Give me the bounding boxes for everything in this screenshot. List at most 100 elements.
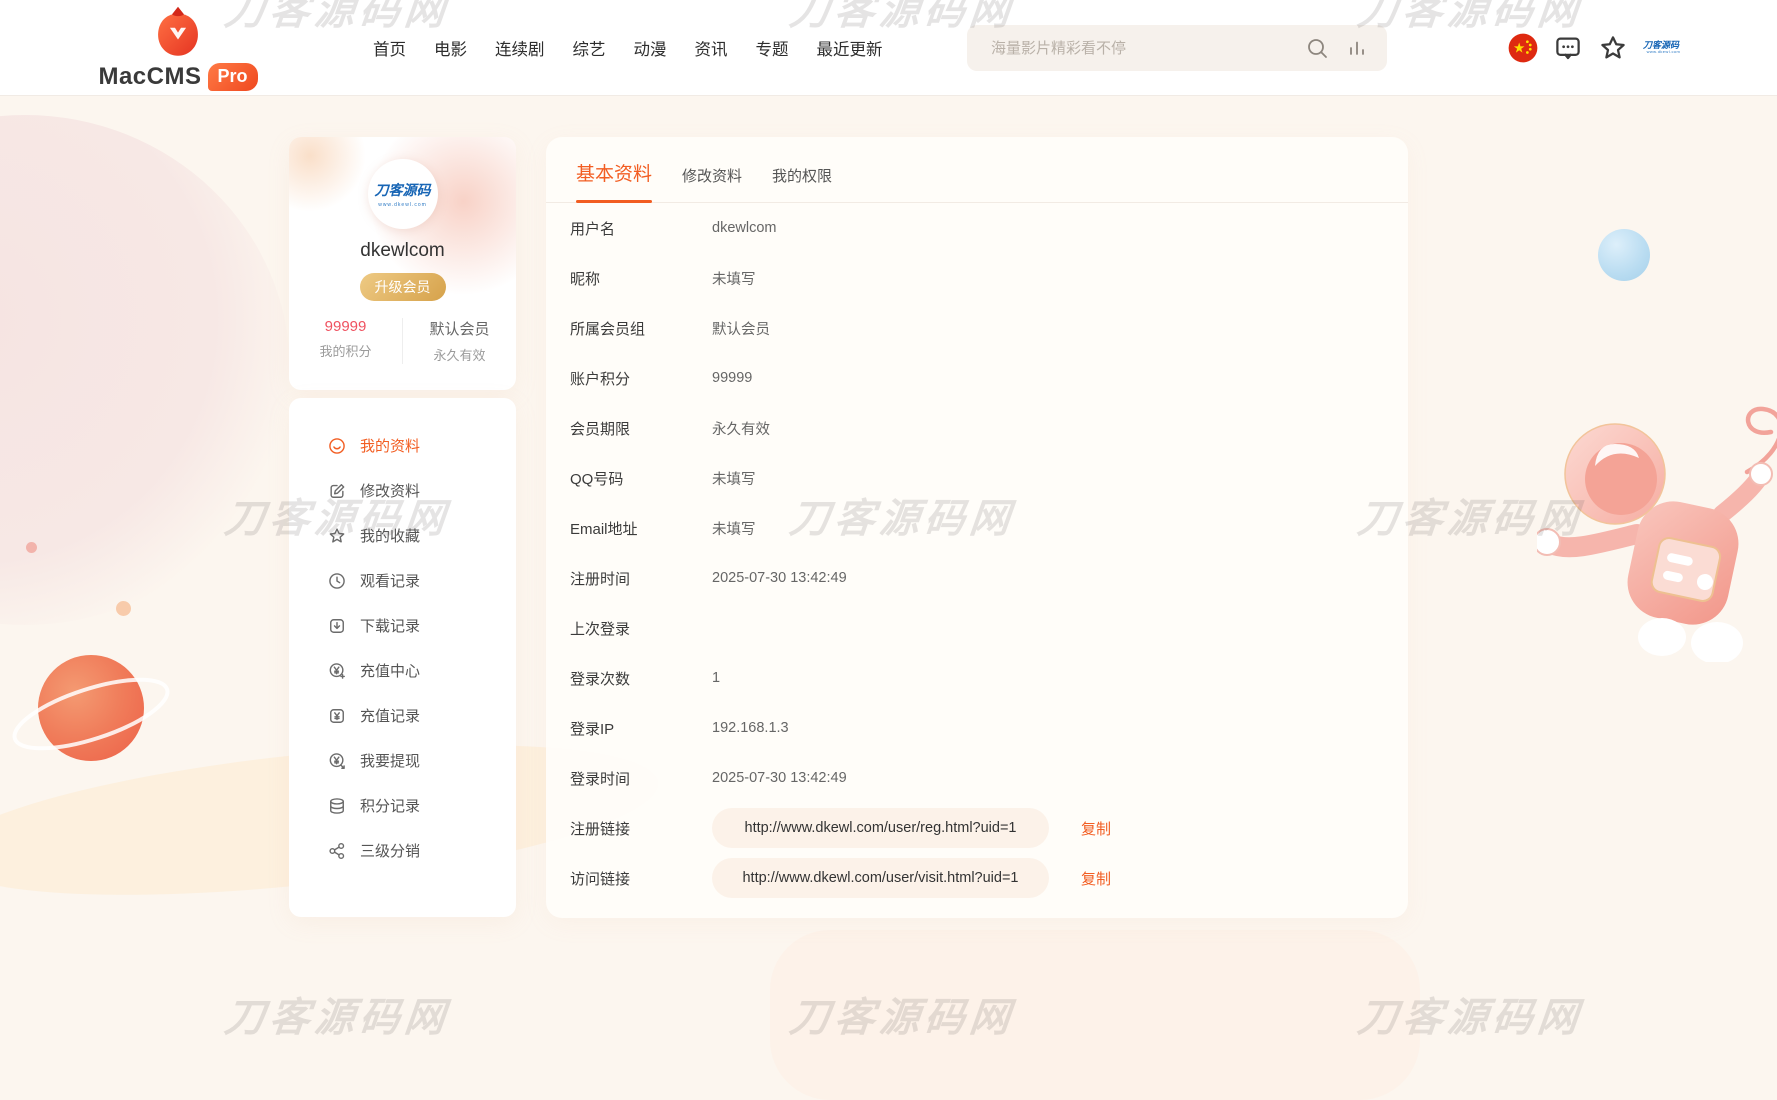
logo-pro-badge: Pro: [208, 63, 258, 91]
withdraw-icon: [327, 751, 347, 771]
sidebar-menu-item[interactable]: 下载记录: [289, 603, 516, 648]
profile-tabs: 基本资料 修改资料 我的权限: [546, 137, 1408, 203]
field-value: 99999: [712, 370, 752, 386]
sidebar-menu-item[interactable]: 我要提现: [289, 738, 516, 783]
menu-item-label: 我的资料: [360, 435, 420, 456]
profile-field-row: 注册时间 2025-07-30 13:42:49: [570, 553, 1384, 603]
logo-name: MacCMS: [98, 63, 201, 91]
points-value: 99999: [289, 318, 402, 335]
menu-item-label: 修改资料: [360, 480, 420, 501]
profile-fields: 用户名 dkewlcom 昵称 未填写 所属会员组 默认会员 账户积分 9999…: [546, 203, 1408, 903]
menu-item-label: 观看记录: [360, 570, 420, 591]
field-value: 2025-07-30 13:42:49: [712, 770, 847, 786]
edit-icon: [327, 481, 347, 501]
profile-field-row: 会员期限 永久有效: [570, 403, 1384, 453]
field-value: 192.168.1.3: [712, 720, 789, 736]
sidebar-menu-item[interactable]: 修改资料: [289, 468, 516, 513]
nav-item-7[interactable]: 最近更新: [817, 36, 883, 60]
field-value: 未填写: [712, 518, 756, 539]
profile-field-row: 所属会员组 默认会员: [570, 303, 1384, 353]
points-icon: [327, 796, 347, 816]
ranking-bars-icon[interactable]: [1345, 36, 1369, 60]
profile-field-row: QQ号码 未填写: [570, 453, 1384, 503]
sidebar-menu-item[interactable]: 充值中心: [289, 648, 516, 693]
sidebar-menu-item[interactable]: 观看记录: [289, 558, 516, 603]
profile-link-row: 注册链接 复制: [570, 803, 1384, 853]
svg-text:★: ★: [1513, 40, 1525, 55]
main-nav: 首页 电影 连续剧 综艺 动漫 资讯 专题 最近更新: [373, 0, 883, 96]
avatar-logo-subtitle: www.dkewl.com: [378, 202, 427, 208]
sidebar-menu: 我的资料 修改资料 我的收藏 观看记录 下载记录 充值中心 充值记录 我要提现 …: [289, 398, 516, 917]
download-icon: [327, 616, 347, 636]
profile-field-row: Email地址 未填写: [570, 503, 1384, 553]
mini-logo-title: 刀客源码: [1643, 41, 1679, 50]
field-label: 注册时间: [570, 568, 712, 589]
profile-field-row: 登录IP 192.168.1.3: [570, 703, 1384, 753]
sidebar-menu-item[interactable]: 我的资料: [289, 423, 516, 468]
field-value: 永久有效: [712, 418, 770, 439]
profile-field-row: 昵称 未填写: [570, 253, 1384, 303]
sidebar-menu-item[interactable]: 我的收藏: [289, 513, 516, 558]
menu-item-label: 充值中心: [360, 660, 420, 681]
tab-edit-info[interactable]: 修改资料: [682, 165, 742, 188]
points-label: 我的积分: [289, 341, 402, 360]
sidebar-menu-item[interactable]: 三级分销: [289, 828, 516, 873]
field-value: 未填写: [712, 468, 756, 489]
nav-item-6[interactable]: 专题: [756, 36, 789, 60]
member-group-stat: 默认会员 永久有效: [403, 318, 516, 364]
favorite-star-icon[interactable]: [1598, 33, 1628, 63]
profile-stats: 99999 我的积分 默认会员 永久有效: [289, 318, 516, 364]
link-input[interactable]: [712, 808, 1049, 848]
field-label: 昵称: [570, 268, 712, 289]
field-value: dkewlcom: [712, 220, 776, 236]
clock-icon: [327, 571, 347, 591]
profile-field-row: 登录时间 2025-07-30 13:42:49: [570, 753, 1384, 803]
field-value: 默认会员: [712, 318, 770, 339]
upgrade-member-button[interactable]: 升级会员: [360, 273, 446, 301]
profile-field-row: 登录次数 1: [570, 653, 1384, 703]
link-input[interactable]: [712, 858, 1049, 898]
sidebar-menu-item[interactable]: 充值记录: [289, 693, 516, 738]
avatar[interactable]: 刀客源码 www.dkewl.com: [368, 159, 438, 229]
profile-link-row: 访问链接 复制: [570, 853, 1384, 903]
menu-item-label: 我的收藏: [360, 525, 420, 546]
sidebar-menu-item[interactable]: 积分记录: [289, 783, 516, 828]
recharge-icon: [327, 661, 347, 681]
menu-item-label: 我要提现: [360, 750, 420, 771]
avatar-logo-title: 刀客源码: [375, 180, 431, 200]
copy-button[interactable]: 复制: [1081, 818, 1111, 839]
smile-icon: [327, 436, 347, 456]
menu-item-label: 下载记录: [360, 615, 420, 636]
recharge-record-icon: [327, 706, 347, 726]
search-input[interactable]: [991, 40, 1305, 57]
star-icon: [327, 526, 347, 546]
mini-logo-subtitle: www.dkewl.com: [1647, 51, 1676, 55]
nav-item-1[interactable]: 电影: [434, 36, 467, 60]
nav-item-4[interactable]: 动漫: [634, 36, 667, 60]
points-stat: 99999 我的积分: [289, 318, 403, 364]
nav-item-2[interactable]: 连续剧: [495, 36, 545, 60]
search-icon[interactable]: [1305, 36, 1329, 60]
profile-field-row: 账户积分 99999: [570, 353, 1384, 403]
copy-button[interactable]: 复制: [1081, 868, 1111, 889]
tab-basic-info[interactable]: 基本资料: [576, 159, 652, 188]
dkewl-mini-logo[interactable]: 刀客源码 www.dkewl.com: [1643, 41, 1679, 55]
profile-card: 刀客源码 www.dkewl.com dkewlcom 升级会员 99999 我…: [289, 137, 516, 390]
tab-permissions[interactable]: 我的权限: [772, 165, 832, 188]
field-label: 登录时间: [570, 768, 712, 789]
member-group-value: 默认会员: [403, 318, 516, 339]
field-value: 未填写: [712, 268, 756, 289]
field-label: 用户名: [570, 218, 712, 239]
site-logo[interactable]: MacCMS Pro: [98, 4, 258, 91]
china-flag-icon[interactable]: ★: [1508, 33, 1538, 63]
nav-item-3[interactable]: 综艺: [573, 36, 606, 60]
nav-item-0[interactable]: 首页: [373, 36, 406, 60]
message-icon[interactable]: [1553, 33, 1583, 63]
nav-item-5[interactable]: 资讯: [695, 36, 728, 60]
field-label: Email地址: [570, 518, 712, 539]
site-header: MacCMS Pro 首页 电影 连续剧 综艺 动漫 资讯 专题 最近更新 ★: [0, 0, 1777, 96]
profile-detail-card: 基本资料 修改资料 我的权限 用户名 dkewlcom 昵称 未填写 所属会员组…: [546, 137, 1408, 918]
tomato-logo-icon: [152, 4, 204, 60]
menu-item-label: 充值记录: [360, 705, 420, 726]
username: dkewlcom: [360, 240, 444, 262]
